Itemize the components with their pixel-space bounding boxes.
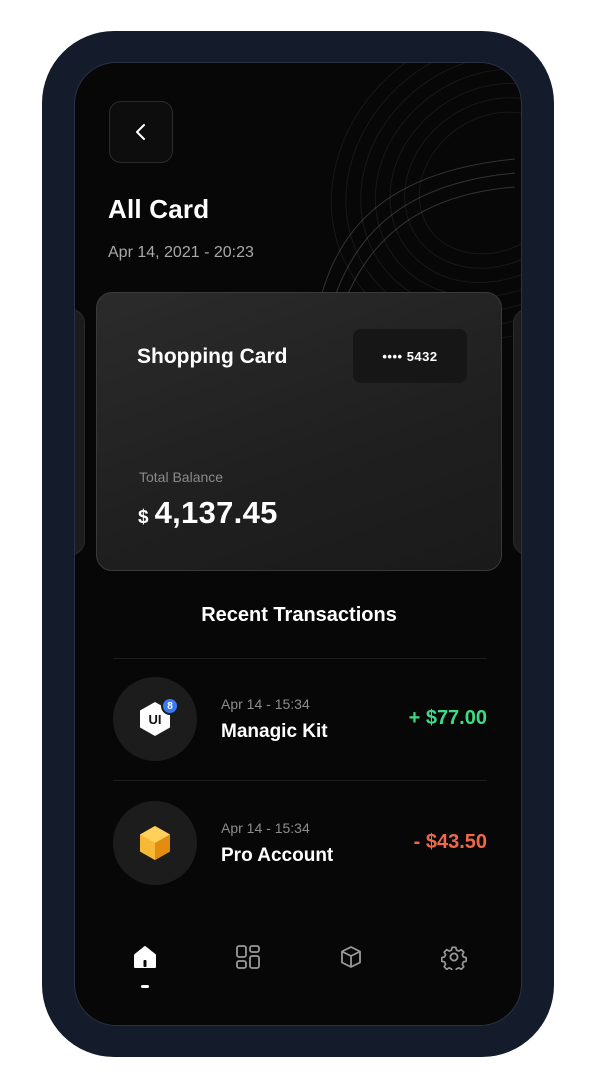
nav-home[interactable] <box>121 933 169 981</box>
settings-icon <box>441 946 467 970</box>
next-card-peek[interactable] <box>513 309 521 555</box>
transaction-row[interactable]: Apr 14 - 15:34 Pro Account - $43.50 <box>113 801 487 885</box>
balance-amount: $ 4,137.45 <box>138 495 278 531</box>
box-icon <box>341 946 361 968</box>
balance-value: 4,137.45 <box>154 495 278 530</box>
recent-transactions-title: Recent Transactions <box>201 604 397 626</box>
transaction-row[interactable]: UI 8 Apr 14 - 15:34 Managic Kit + $77.00 <box>113 677 487 761</box>
grid-icon <box>236 945 260 969</box>
app-screen: All Card Apr 14, 2021 - 20:23 Shopping C… <box>74 62 522 1026</box>
gold-gem-icon <box>140 826 170 860</box>
balance-currency: $ <box>138 507 149 528</box>
nav-settings[interactable] <box>430 933 478 981</box>
transaction-name: Managic Kit <box>221 721 328 742</box>
home-icon <box>134 946 156 968</box>
transaction-avatar: UI 8 <box>113 677 197 761</box>
balance-label: Total Balance <box>139 469 224 485</box>
transaction-avatar <box>113 801 197 885</box>
transaction-date: Apr 14 - 15:34 <box>221 696 310 712</box>
back-button[interactable] <box>109 101 173 163</box>
divider <box>113 780 487 781</box>
nav-dashboard[interactable] <box>224 933 272 981</box>
card-number-chip: •••• 5432 <box>353 329 467 383</box>
card-title: Shopping Card <box>137 345 288 368</box>
bottom-navigation <box>75 933 521 1003</box>
chevron-left-icon <box>136 124 145 140</box>
notification-badge: 8 <box>161 697 179 715</box>
transaction-name: Pro Account <box>221 845 334 866</box>
ui-kit-icon-text: UI <box>149 712 162 727</box>
transaction-date: Apr 14 - 15:34 <box>221 820 310 836</box>
active-tab-indicator <box>141 985 149 988</box>
transaction-amount: + $77.00 <box>408 707 487 729</box>
previous-card-peek[interactable] <box>75 309 85 555</box>
divider <box>113 658 487 659</box>
shopping-card[interactable]: Shopping Card •••• 5432 Total Balance $ … <box>96 292 502 571</box>
page-date: Apr 14, 2021 - 20:23 <box>108 244 254 261</box>
page-title: All Card <box>108 194 210 224</box>
nav-products[interactable] <box>327 933 375 981</box>
transaction-amount: - $43.50 <box>413 831 487 853</box>
